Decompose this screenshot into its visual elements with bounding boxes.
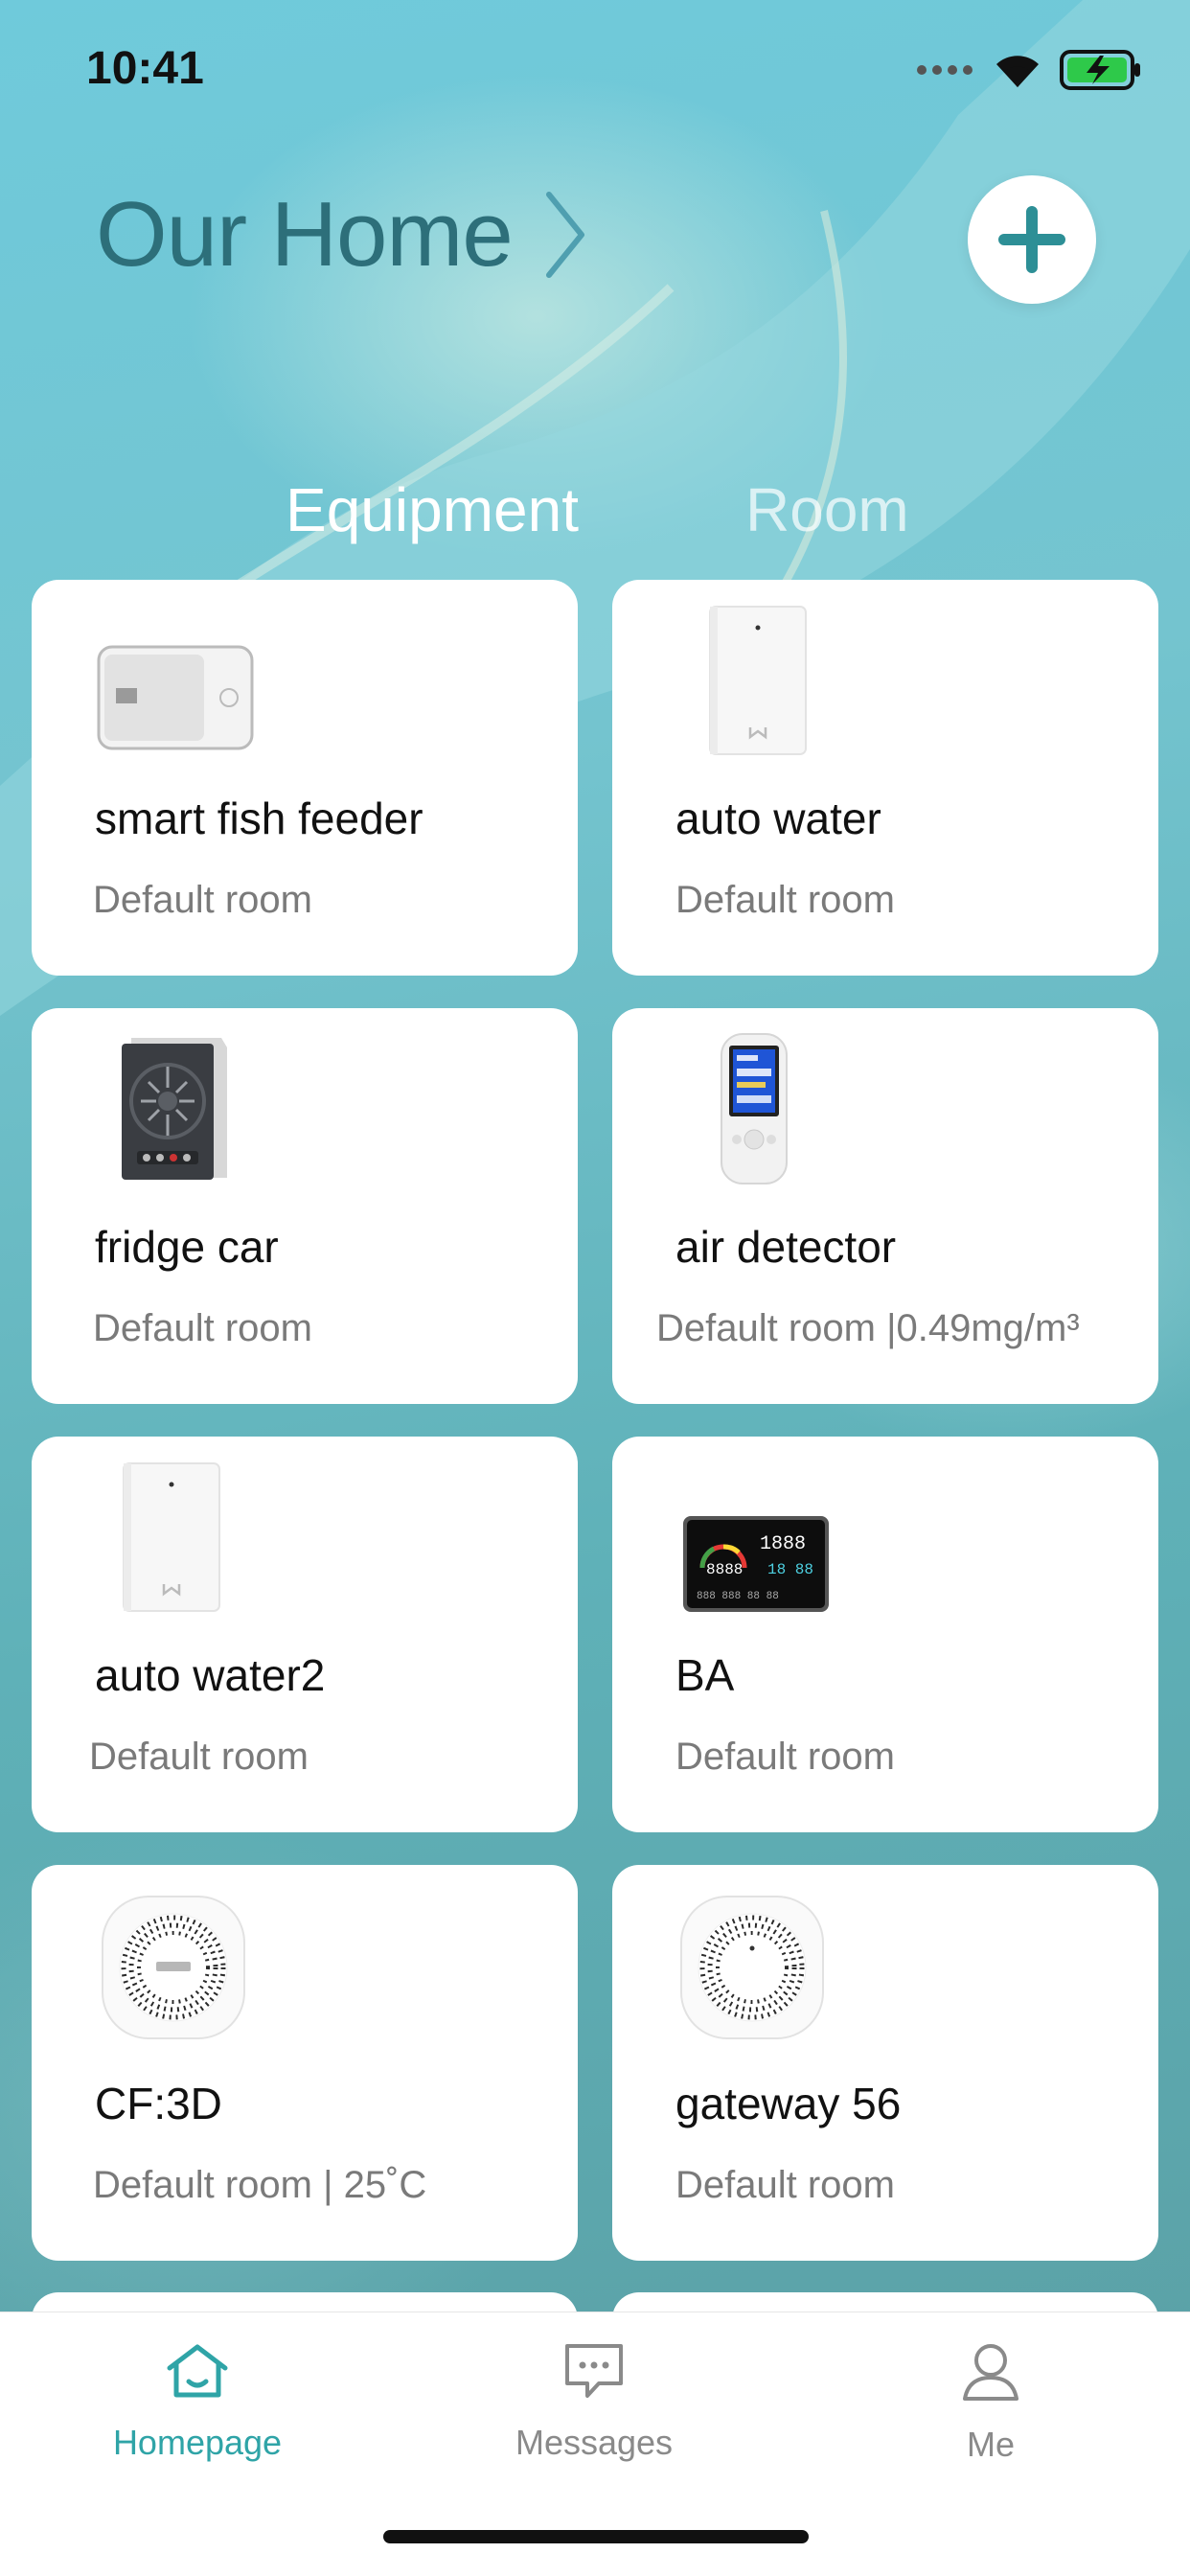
add-device-button[interactable] (968, 175, 1096, 304)
tab-messages-label: Messages (515, 2423, 674, 2462)
status-icons (916, 50, 1142, 90)
device-name: BA (675, 1650, 735, 1700)
status-time: 10:41 (86, 43, 204, 94)
car-fridge-device-icon (118, 1027, 281, 1190)
water-dispenser-device-icon (122, 1456, 285, 1619)
device-name: CF:3D (95, 2079, 222, 2128)
home-indicator (383, 2530, 809, 2543)
device-room: Default room |0.49mg/m³ (656, 1307, 1080, 1349)
tab-homepage-label: Homepage (112, 2423, 283, 2462)
device-card[interactable]: 8888 1888 18 88 888 888 88 88 BA Default… (612, 1437, 1158, 1832)
device-card[interactable]: auto water Default room (612, 580, 1158, 976)
view-tabs: Equipment Room (0, 474, 1190, 551)
tab-messages[interactable]: Messages (479, 2341, 709, 2463)
chat-bubble-icon (565, 2344, 623, 2398)
device-room: Default room (93, 879, 312, 921)
user-icon (963, 2344, 1018, 2401)
svg-text:8888: 8888 (706, 1561, 743, 1578)
device-name: fridge car (95, 1222, 279, 1272)
device-card[interactable]: air detector Default room |0.49mg/m³ (612, 1008, 1158, 1404)
home-selector[interactable]: Our Home (96, 182, 589, 288)
tab-equipment[interactable]: Equipment (286, 474, 579, 545)
chevron-right-icon (545, 192, 584, 278)
device-name: gateway 56 (675, 2079, 902, 2128)
device-name: auto water (675, 794, 881, 843)
battery-charging-icon (1060, 50, 1140, 90)
device-name: air detector (675, 1222, 897, 1272)
svg-text:888 888 88 88: 888 888 88 88 (697, 1591, 779, 1602)
smoke-sensor-device-icon (99, 1886, 262, 2049)
device-room: Default room (89, 1736, 309, 1778)
tab-me-label: Me (966, 2425, 1015, 2464)
device-name: auto water2 (95, 1650, 326, 1700)
tab-homepage[interactable]: Homepage (82, 2341, 312, 2463)
device-card[interactable]: fridge car Default room (32, 1008, 578, 1404)
wifi-icon (996, 56, 1039, 87)
device-room: Default room (93, 1307, 312, 1349)
signal-dots-icon (917, 65, 973, 75)
status-bar: 10:41 (0, 0, 1190, 134)
device-room: Default room (675, 1736, 895, 1778)
svg-text:1888: 1888 (760, 1533, 806, 1555)
water-dispenser-device-icon (708, 599, 871, 762)
air-detector-device-icon (718, 1027, 881, 1190)
tab-room[interactable]: Room (745, 474, 909, 545)
background-rock-image (0, 0, 1190, 1016)
device-card[interactable]: gateway 56 Default room (612, 1865, 1158, 2261)
device-card[interactable]: auto water2 Default room (32, 1437, 578, 1832)
device-card[interactable]: CF:3D Default room | 25˚C (32, 1865, 578, 2261)
device-card[interactable]: smart fish feeder Default room (32, 580, 578, 976)
gateway-device-icon (677, 1886, 840, 2049)
fish-feeder-device-icon (97, 616, 260, 779)
device-room: Default room (675, 879, 895, 921)
home-title: Our Home (96, 183, 514, 286)
air-monitor-display-device-icon: 8888 1888 18 88 888 888 88 88 (681, 1483, 844, 1645)
home-icon (167, 2344, 228, 2398)
svg-text:18 88: 18 88 (767, 1561, 813, 1578)
device-room: Default room | 25˚C (93, 2164, 427, 2206)
device-name: smart fish feeder (95, 794, 423, 843)
plus-icon (998, 206, 1065, 273)
device-room: Default room (675, 2164, 895, 2206)
tab-me[interactable]: Me (876, 2341, 1106, 2465)
